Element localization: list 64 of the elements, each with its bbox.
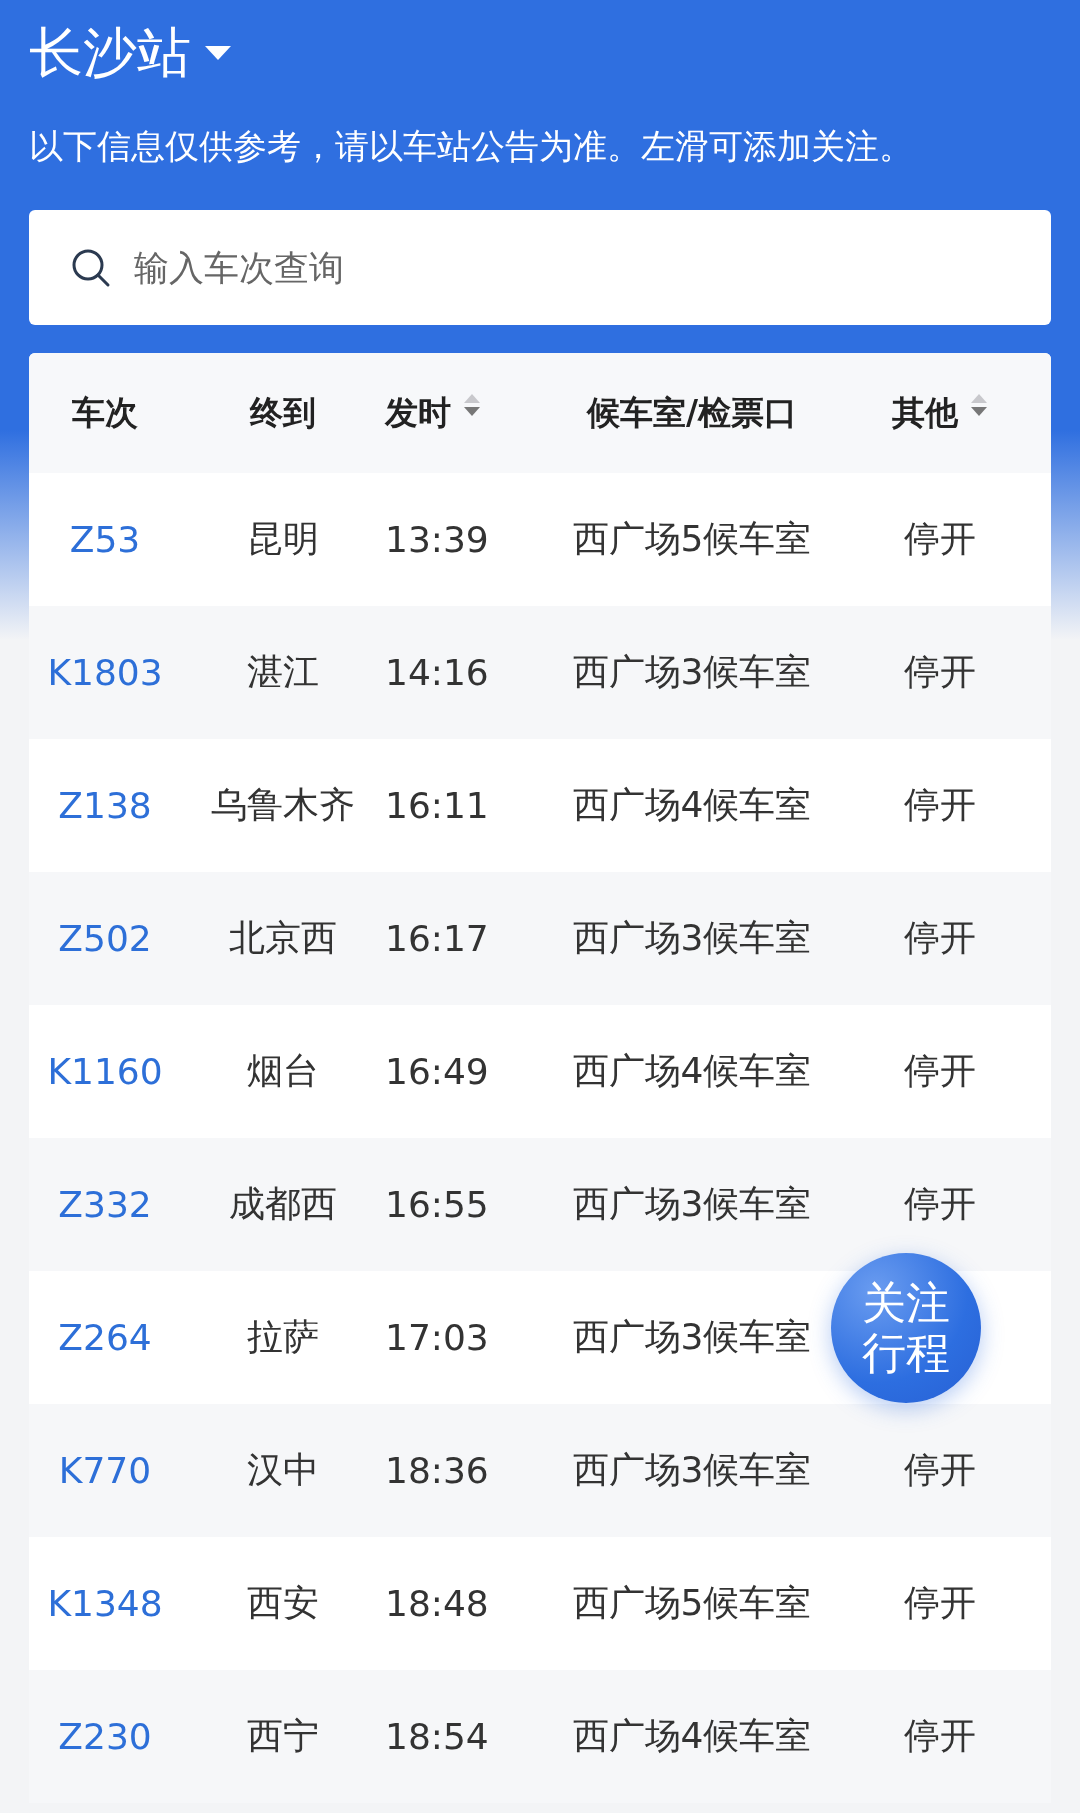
status-cell-text: 停开 [903, 916, 976, 960]
waiting-room-cell-text: 西广场3候车室 [572, 650, 812, 694]
train-row[interactable]: K1803 湛江 14:16 西广场3候车室 停开 [29, 606, 1051, 739]
departure-time: 13:39 [385, 519, 489, 560]
waiting-room-cell-text: 西广场3候车室 [572, 916, 812, 960]
column-header[interactable]: 其他 [891, 390, 958, 436]
departure-time: 16:11 [385, 785, 489, 826]
station-title[interactable]: 长沙站 [29, 16, 191, 90]
train-row[interactable]: Z502 北京西 16:17 西广场3候车室 停开 [29, 872, 1051, 1005]
status-cell-text: 停开 [903, 783, 976, 827]
train-number[interactable]: Z332 [58, 1184, 152, 1225]
departure-time: 14:16 [385, 652, 489, 693]
train-row[interactable]: Z230 西宁 18:54 西广场4候车室 停开 [29, 1670, 1051, 1803]
search-field[interactable]: 输入车次查询 [29, 210, 1051, 325]
waiting-room-cell-text: 西广场3候车室 [572, 1448, 812, 1492]
departure-time: 16:17 [385, 918, 489, 959]
train-row[interactable]: K770 汉中 18:36 西广场3候车室 停开 [29, 1404, 1051, 1537]
waiting-room-cell-text: 西广场5候车室 [572, 1581, 812, 1625]
train-number[interactable]: Z53 [69, 519, 141, 560]
departure-time: 16:49 [385, 1051, 489, 1092]
departure-time: 18:36 [385, 1450, 489, 1491]
destination-cell-text: 成都西 [229, 1182, 337, 1226]
destination-cell-text: 烟台 [247, 1049, 319, 1093]
waiting-room-cell-text: 西广场3候车室 [572, 1315, 812, 1359]
status-cell-text: 停开 [903, 650, 976, 694]
train-row[interactable]: Z332 成都西 16:55 西广场3候车室 停开 [29, 1138, 1051, 1271]
dropdown-caret-icon[interactable] [205, 46, 231, 60]
waiting-room-cell-text: 西广场3候车室 [572, 1182, 812, 1226]
train-number[interactable]: Z264 [58, 1317, 152, 1358]
waiting-room-cell-text: 西广场5候车室 [572, 517, 812, 561]
destination-cell-text: 湛江 [247, 650, 319, 694]
column-header[interactable]: 发时 [385, 390, 451, 436]
column-header: 终到 [250, 391, 316, 434]
destination-cell-text: 昆明 [247, 517, 319, 561]
departure-time: 18:48 [385, 1583, 489, 1624]
status-cell-text: 停开 [903, 1448, 976, 1492]
departure-time: 18:54 [385, 1716, 489, 1757]
train-number[interactable]: K1803 [47, 652, 163, 693]
train-number[interactable]: Z230 [58, 1716, 152, 1757]
notice-text: 以下信息仅供参考，请以车站公告为准。左滑可添加关注。 [29, 125, 914, 168]
status-cell-text: 停开 [903, 1714, 976, 1758]
departure-time: 17:03 [385, 1317, 489, 1358]
status-cell-text: 停开 [903, 1049, 976, 1093]
waiting-room-cell-text: 西广场4候车室 [572, 783, 812, 827]
column-header: 车次 [72, 391, 138, 434]
destination-cell-text: 西安 [247, 1581, 319, 1625]
column-header: 候车室/检票口 [586, 391, 798, 434]
waiting-room-cell-text: 西广场4候车室 [572, 1714, 812, 1758]
status-cell-text: 停开 [903, 1182, 976, 1226]
destination-cell-text: 汉中 [247, 1448, 319, 1492]
destination-cell-text: 北京西 [229, 916, 337, 960]
status-cell-text: 停开 [903, 517, 976, 561]
train-number[interactable]: K1160 [47, 1051, 163, 1092]
departure-time: 16:55 [385, 1184, 489, 1225]
waiting-room-cell-text: 西广场4候车室 [572, 1049, 812, 1093]
destination-cell-text: 拉萨 [247, 1315, 319, 1359]
destination-cell-text: 西宁 [247, 1714, 319, 1758]
train-number[interactable]: K770 [58, 1450, 152, 1491]
search-icon [71, 248, 111, 288]
train-number[interactable]: Z502 [58, 918, 152, 959]
destination-cell-text: 乌鲁木齐 [211, 783, 355, 827]
train-number[interactable]: Z138 [58, 785, 152, 826]
status-cell-text: 停开 [903, 1581, 976, 1625]
train-number[interactable]: K1348 [47, 1583, 163, 1624]
